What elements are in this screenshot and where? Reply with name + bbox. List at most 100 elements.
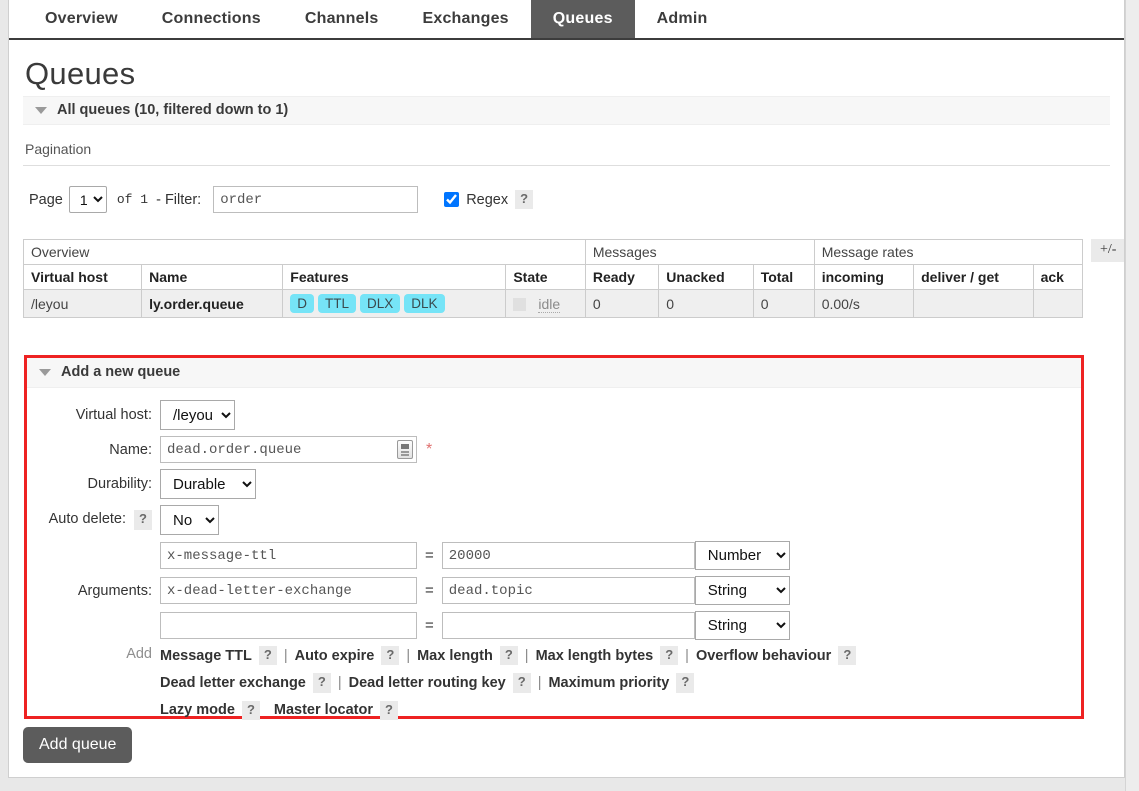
regex-label: Regex [466, 191, 509, 208]
chevron-down-icon[interactable] [39, 368, 51, 376]
group-header-overview: Overview [23, 239, 586, 265]
argument-value-input-1[interactable] [441, 577, 695, 604]
add-queue-button[interactable]: Add queue [23, 727, 133, 763]
argument-type-select-1[interactable]: StringNumberBooleanList [694, 576, 790, 605]
page-title: Queues [25, 56, 136, 91]
group-header-messages: Messages [584, 239, 815, 265]
nav-tab-channels[interactable]: Channels [283, 0, 401, 38]
preset-help-icon[interactable]: ? [676, 673, 695, 693]
all-queues-section-header[interactable]: All queues (10, filtered down to 1) [23, 96, 1110, 125]
argument-equals-sign: = [425, 617, 434, 634]
col-incoming[interactable]: incoming [813, 264, 915, 290]
app-window: Overview Connections Channels Exchanges Queu… [8, 0, 1125, 778]
add-queue-title: Add a new queue [61, 364, 181, 380]
field-row-auto-delete: Auto delete: ? NoYes [27, 505, 1081, 535]
col-ack[interactable]: ack [1032, 264, 1084, 290]
preset-links-list: Message TTL? | Auto expire? | Max length? | Ma… [160, 646, 857, 720]
regex-checkbox[interactable] [444, 192, 460, 207]
preset-link-message-ttl[interactable]: Message TTL [160, 648, 252, 664]
filter-input[interactable] [213, 186, 419, 213]
argument-presets: Add Message TTL? | Auto expire? | Max length… [27, 646, 1081, 720]
preset-row: Dead letter exchange? | Dead letter routin… [160, 673, 856, 693]
queue-name-input[interactable] [160, 436, 417, 463]
preset-help-icon[interactable]: ? [241, 700, 260, 720]
col-state[interactable]: State [505, 264, 586, 290]
preset-link-max-length[interactable]: Max length [417, 648, 493, 664]
preset-link-dead-letter-exchange[interactable]: Dead letter exchange [160, 675, 306, 691]
pagination-section: Pagination Page 1 of 1 - Filter: Regex ? [23, 125, 1110, 213]
nav-tab-exchanges[interactable]: Exchanges [400, 0, 530, 38]
queues-table-body: /leyou ly.order.queue D TTL DLX DLK idle 0 0 0 0.0… [22, 289, 1084, 318]
argument-type-select-2[interactable]: StringNumberBooleanList [694, 611, 790, 640]
preset-link-dead-letter-routing-key[interactable]: Dead letter routing key [349, 675, 506, 691]
nav-tab-overview[interactable]: Overview [23, 0, 140, 38]
field-row-virtual-host: Virtual host: /leyou [27, 400, 1081, 430]
preset-separator: | [406, 647, 411, 664]
preset-row: Lazy mode? Master locator? [160, 700, 856, 720]
argument-value-input-2[interactable] [441, 612, 695, 639]
argument-key-input-2[interactable] [160, 612, 417, 639]
submit-area: Add queue [23, 727, 133, 763]
col-features[interactable]: Features [282, 264, 507, 290]
preset-separator: | [537, 674, 542, 691]
queues-table: Overview Messages Message rates Virtual … [22, 239, 1084, 318]
chevron-down-icon[interactable] [35, 106, 47, 114]
col-virtual-host[interactable]: Virtual host [22, 264, 143, 290]
col-unacked[interactable]: Unacked [658, 264, 754, 290]
regex-group: Regex ? [444, 189, 534, 210]
preset-help-icon[interactable]: ? [381, 646, 400, 666]
cell-state: idle [505, 289, 586, 318]
nav-tab-admin[interactable]: Admin [635, 0, 730, 38]
argument-key-input-0[interactable] [160, 542, 417, 569]
preset-separator: | [685, 647, 689, 664]
preset-separator: | [524, 647, 529, 664]
argument-type-select-0[interactable]: StringNumberBooleanList [694, 541, 790, 570]
virtual-host-select[interactable]: /leyou [160, 400, 235, 430]
argument-value-input-0[interactable] [441, 542, 695, 569]
filter-label: Filter: [164, 191, 202, 208]
table-column-header-row: Virtual host Name Features State Ready U… [22, 264, 1084, 290]
cell-incoming: 0.00/s [813, 289, 915, 318]
preset-help-icon[interactable]: ? [838, 646, 857, 666]
nav-tab-connections[interactable]: Connections [140, 0, 283, 38]
durability-select[interactable]: DurableTransient [160, 469, 256, 499]
add-queue-header[interactable]: Add a new queue [27, 358, 1081, 388]
preset-help-icon[interactable]: ? [258, 646, 277, 666]
table-row[interactable]: /leyou ly.order.queue D TTL DLX DLK idle 0 0 0 0.0… [22, 289, 1084, 318]
preset-help-icon[interactable]: ? [312, 673, 331, 693]
nav-tab-queues[interactable]: Queues [530, 0, 635, 38]
field-row-durability: Durability: DurableTransient [27, 469, 1081, 499]
nav-tab-list: Overview Connections Channels Exchanges Queu… [23, 0, 1124, 38]
field-row-arguments: Arguments: = StringNumberBooleanList = Stri… [27, 541, 1081, 640]
preset-help-icon[interactable]: ? [499, 646, 518, 666]
preset-link-auto-expire[interactable]: Auto expire [295, 648, 375, 664]
auto-delete-help-icon[interactable]: ? [134, 510, 152, 530]
page-label: Page [29, 191, 63, 208]
table-group-header-row: Overview Messages Message rates [23, 239, 1084, 265]
window-scroll-gutter[interactable] [1125, 0, 1139, 791]
preset-help-icon[interactable]: ? [380, 700, 398, 720]
col-total[interactable]: Total [752, 264, 815, 290]
argument-key-input-1[interactable] [160, 577, 417, 604]
argument-row: = StringNumberBooleanList [160, 611, 790, 640]
preset-link-master-locator[interactable]: Master locator [274, 702, 373, 718]
preset-link-maximum-priority[interactable]: Maximum priority [548, 675, 669, 691]
column-toggle-button[interactable]: +/- [1091, 239, 1124, 262]
col-name[interactable]: Name [141, 264, 284, 290]
filter-dash: - [156, 191, 161, 208]
pagination-label: Pagination [23, 125, 1110, 166]
page-select[interactable]: 1 [68, 186, 107, 213]
col-deliver-get[interactable]: deliver / get [913, 264, 1034, 290]
preset-link-max-length-bytes[interactable]: Max length bytes [536, 648, 654, 664]
preset-help-icon[interactable]: ? [660, 646, 679, 666]
col-ready[interactable]: Ready [584, 264, 660, 290]
argument-equals-sign: = [425, 582, 434, 599]
required-asterisk: * [426, 440, 433, 458]
preset-link-lazy-mode[interactable]: Lazy mode [160, 702, 235, 718]
auto-delete-select[interactable]: NoYes [160, 505, 219, 535]
preset-help-icon[interactable]: ? [512, 673, 531, 693]
autofill-icon[interactable] [397, 440, 413, 459]
cell-ready: 0 [584, 289, 660, 318]
preset-link-overflow-behaviour[interactable]: Overflow behaviour [696, 648, 831, 664]
regex-help-icon[interactable]: ? [515, 189, 534, 210]
